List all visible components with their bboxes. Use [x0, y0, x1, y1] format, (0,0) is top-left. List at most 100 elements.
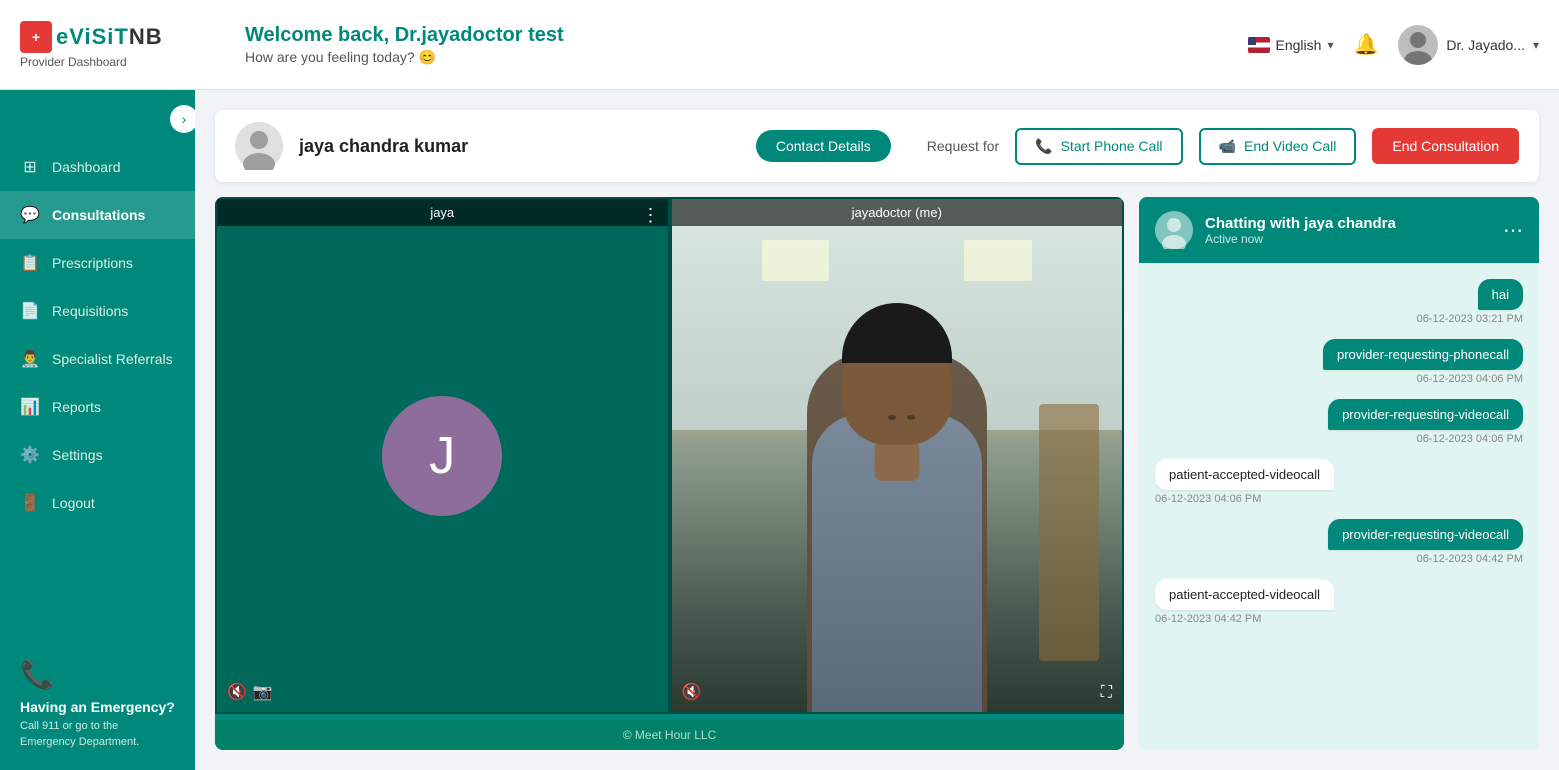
settings-icon: ⚙️	[20, 445, 40, 465]
emergency-section: 📞 Having an Emergency? Call 911 or go to…	[0, 638, 195, 770]
user-avatar-area[interactable]: Dr. Jayado... ▾	[1398, 25, 1539, 65]
sidebar-item-label: Consultations	[52, 207, 145, 223]
consultations-icon: 💬	[20, 205, 40, 225]
chat-bubble: patient-accepted-videocall	[1155, 579, 1334, 610]
video-panel-patient-label: jaya	[217, 199, 668, 226]
user-chevron-icon: ▾	[1533, 38, 1539, 52]
sidebar-item-label: Settings	[52, 447, 103, 463]
welcome-title: Welcome back, Dr.jayadoctor test	[245, 24, 1248, 47]
sidebar-item-label: Prescriptions	[52, 255, 133, 271]
content-area: jaya chandra kumar Contact Details Reque…	[195, 90, 1559, 770]
chat-message-1: hai 06-12-2023 03:21 PM	[1155, 279, 1523, 325]
user-name: Dr. Jayado...	[1446, 37, 1525, 53]
chat-more-button[interactable]: ⋯	[1503, 218, 1523, 243]
chat-timestamp: 06-12-2023 04:06 PM	[1417, 433, 1523, 445]
sidebar-item-specialist-referrals[interactable]: 👨‍⚕️ Specialist Referrals	[0, 335, 195, 383]
emergency-icon: 📞	[20, 658, 175, 691]
welcome-subtitle: How are you feeling today? 😊	[245, 49, 1248, 66]
sidebar-item-label: Requisitions	[52, 303, 128, 319]
chat-bubble: provider-requesting-videocall	[1328, 399, 1523, 430]
emergency-title: Having an Emergency?	[20, 699, 175, 715]
mic-mute-icon: 🔇	[227, 682, 247, 702]
video-footer: © Meet Hour LLC	[215, 720, 1124, 750]
patient-avatar-circle: J	[382, 396, 502, 516]
chat-header: Chatting with jaya chandra Active now ⋯	[1139, 197, 1539, 263]
sidebar-item-label: Dashboard	[52, 159, 121, 175]
doctor-mute-icons: 🔇	[682, 682, 702, 702]
doctor-mic-mute-icon: 🔇	[682, 682, 702, 702]
chat-avatar	[1155, 211, 1193, 249]
chat-message-4: patient-accepted-videocall 06-12-2023 04…	[1155, 459, 1523, 505]
sidebar: › ⊞ Dashboard 💬 Consultations 📋 Prescrip…	[0, 90, 195, 770]
logo-text: eViSiTNB	[56, 24, 163, 50]
video-panel-patient: jaya ⋮ J 🔇 📷	[215, 197, 670, 714]
video-panel-menu-icon[interactable]: ⋮	[642, 205, 660, 226]
logout-icon: 🚪	[20, 493, 40, 513]
requisitions-icon: 📄	[20, 301, 40, 321]
dashboard-icon: ⊞	[20, 157, 40, 177]
sidebar-item-consultations[interactable]: 💬 Consultations	[0, 191, 195, 239]
sidebar-item-reports[interactable]: 📊 Reports	[0, 383, 195, 431]
video-fullscreen-icon[interactable]: ⛶	[1101, 684, 1112, 702]
logo-box: + eViSiTNB	[20, 21, 163, 53]
doctor-video-feed	[672, 199, 1123, 712]
sidebar-item-logout[interactable]: 🚪 Logout	[0, 479, 195, 527]
contact-details-button[interactable]: Contact Details	[756, 130, 891, 162]
notification-bell-icon[interactable]: 🔔	[1353, 32, 1378, 57]
prescriptions-icon: 📋	[20, 253, 40, 273]
flag-icon	[1248, 37, 1270, 53]
chat-timestamp: 06-12-2023 04:06 PM	[1417, 373, 1523, 385]
language-chevron-icon: ▾	[1327, 38, 1333, 52]
sidebar-item-label: Reports	[52, 399, 101, 415]
top-header: + eViSiTNB Provider Dashboard Welcome ba…	[0, 0, 1559, 90]
video-mute-icons: 🔇 📷	[227, 682, 273, 702]
start-phone-call-button[interactable]: 📞 Start Phone Call	[1015, 128, 1182, 165]
end-consultation-button[interactable]: End Consultation	[1372, 128, 1519, 164]
sidebar-item-label: Logout	[52, 495, 95, 511]
patient-avatar	[235, 122, 283, 170]
chat-bubble: patient-accepted-videocall	[1155, 459, 1334, 490]
language-selector[interactable]: English ▾	[1248, 37, 1334, 53]
avatar	[1398, 25, 1438, 65]
chat-bubble: hai	[1478, 279, 1523, 310]
sidebar-item-settings[interactable]: ⚙️ Settings	[0, 431, 195, 479]
chat-timestamp: 06-12-2023 04:06 PM	[1155, 493, 1261, 505]
video-panel-doctor: jayadoctor (me)	[670, 197, 1125, 714]
sidebar-item-requisitions[interactable]: 📄 Requisitions	[0, 287, 195, 335]
chat-message-3: provider-requesting-videocall 06-12-2023…	[1155, 399, 1523, 445]
sidebar-item-label: Specialist Referrals	[52, 351, 173, 367]
phone-icon: 📞	[1035, 138, 1052, 155]
video-panel-doctor-label: jayadoctor (me)	[672, 199, 1123, 226]
reports-icon: 📊	[20, 397, 40, 417]
header-right: English ▾ 🔔 Dr. Jayado... ▾	[1248, 25, 1539, 65]
patient-video-placeholder: J	[217, 199, 668, 712]
chat-timestamp: 06-12-2023 04:42 PM	[1155, 613, 1261, 625]
patient-bar: jaya chandra kumar Contact Details Reque…	[215, 110, 1539, 182]
video-chat-row: jaya ⋮ J 🔇 📷 ja	[215, 197, 1539, 750]
request-for-label: Request for	[927, 138, 999, 154]
camera-off-icon: 📷	[253, 682, 273, 702]
language-label: English	[1276, 37, 1322, 53]
chat-messages[interactable]: hai 06-12-2023 03:21 PM provider-request…	[1139, 263, 1539, 750]
header-welcome: Welcome back, Dr.jayadoctor test How are…	[215, 24, 1248, 66]
video-grid: jaya ⋮ J 🔇 📷 ja	[215, 197, 1124, 714]
patient-name: jaya chandra kumar	[299, 136, 740, 157]
end-video-call-button[interactable]: 📹 End Video Call	[1199, 128, 1357, 165]
sidebar-expand-button[interactable]: ›	[170, 105, 198, 133]
chat-timestamp: 06-12-2023 03:21 PM	[1417, 313, 1523, 325]
logo-icon: +	[20, 21, 52, 53]
sidebar-item-dashboard[interactable]: ⊞ Dashboard	[0, 143, 195, 191]
provider-label: Provider Dashboard	[20, 55, 127, 69]
chat-message-6: patient-accepted-videocall 06-12-2023 04…	[1155, 579, 1523, 625]
logo-area: + eViSiTNB Provider Dashboard	[20, 21, 215, 69]
chat-bubble: provider-requesting-phonecall	[1323, 339, 1523, 370]
emergency-text: Call 911 or go to the Emergency Departme…	[20, 719, 175, 750]
video-icon: 📹	[1219, 138, 1236, 155]
specialist-referrals-icon: 👨‍⚕️	[20, 349, 40, 369]
logo-nb: NB	[129, 24, 163, 49]
chat-bubble: provider-requesting-videocall	[1328, 519, 1523, 550]
chat-header-info: Chatting with jaya chandra Active now	[1205, 215, 1396, 246]
chat-timestamp: 06-12-2023 04:42 PM	[1417, 553, 1523, 565]
sidebar-item-prescriptions[interactable]: 📋 Prescriptions	[0, 239, 195, 287]
sidebar-nav: ⊞ Dashboard 💬 Consultations 📋 Prescripti…	[0, 143, 195, 638]
